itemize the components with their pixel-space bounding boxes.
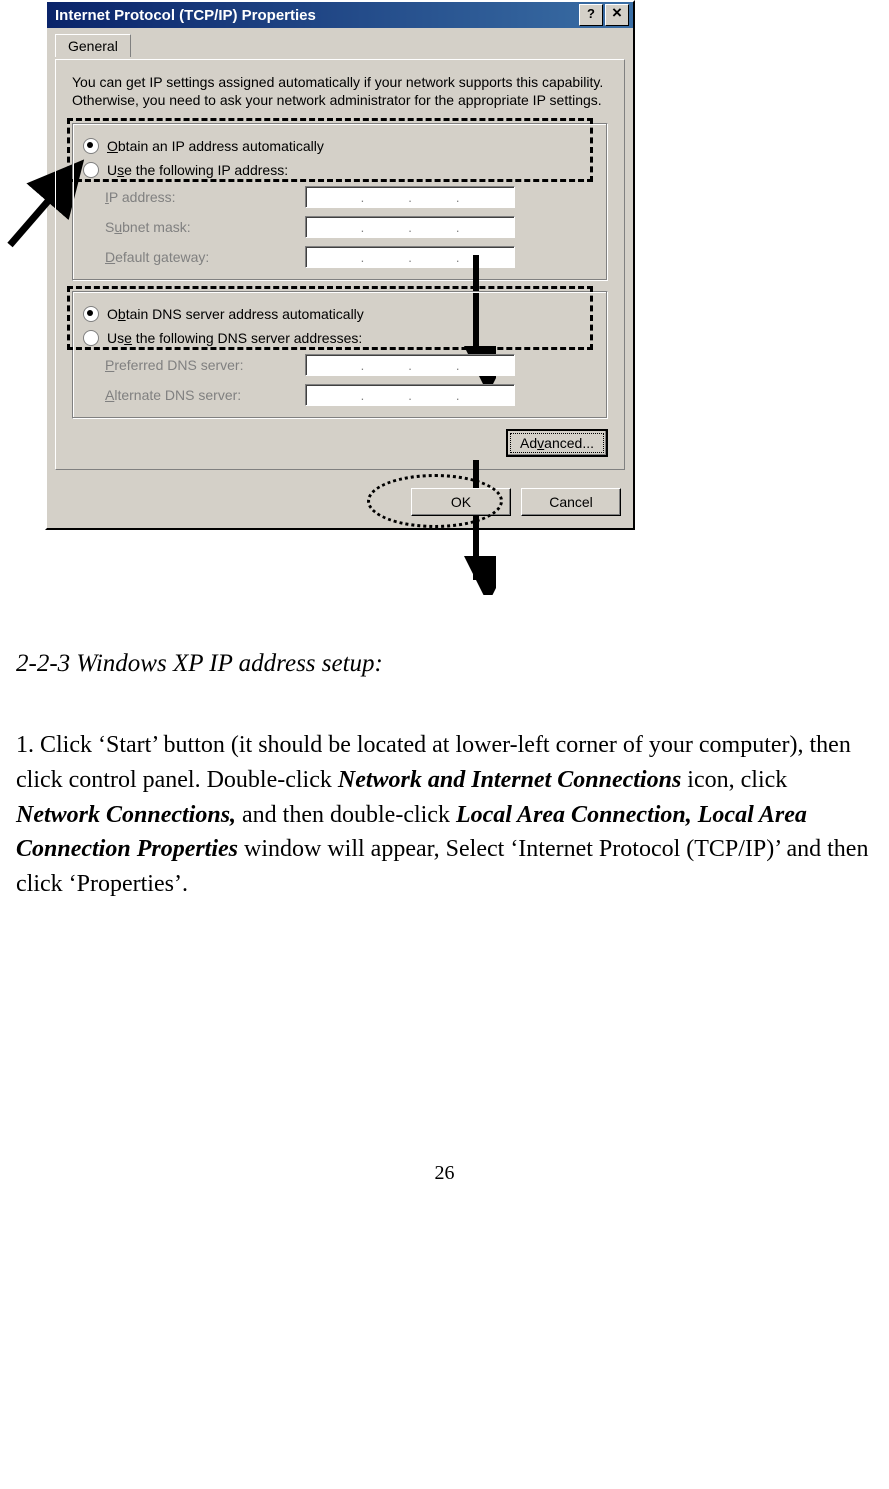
close-icon[interactable]: [605, 4, 629, 26]
ip-address-label: IP address:: [105, 189, 305, 205]
instruction-paragraph: 1. Click ‘Start’ button (it should be lo…: [16, 728, 873, 902]
radio-label: Obtain an IP address automatically: [107, 138, 324, 154]
titlebar: Internet Protocol (TCP/IP) Properties: [47, 2, 633, 28]
radio-icon: [83, 306, 99, 322]
page-number: 26: [10, 1162, 879, 1185]
general-panel: You can get IP settings assigned automat…: [55, 59, 625, 470]
radio-ip-manual[interactable]: Use the following IP address:: [83, 158, 597, 182]
ok-button[interactable]: OK: [411, 488, 511, 516]
pref-dns-input[interactable]: ...: [305, 354, 515, 376]
radio-label: Use the following DNS server addresses:: [107, 330, 362, 346]
subnet-mask-input[interactable]: ...: [305, 216, 515, 238]
section-heading: 2-2-3 Windows XP IP address setup:: [16, 650, 873, 678]
alt-dns-label: Alternate DNS server:: [105, 387, 305, 403]
tcpip-properties-dialog: Internet Protocol (TCP/IP) Properties Ge…: [45, 0, 635, 530]
radio-dns-auto[interactable]: Obtain DNS server address automatically: [83, 302, 597, 326]
tab-general[interactable]: General: [55, 34, 131, 57]
advanced-button[interactable]: Advanced...: [506, 429, 608, 457]
help-icon[interactable]: [579, 4, 603, 26]
dns-settings-group: Obtain DNS server address automatically …: [72, 291, 608, 419]
radio-icon: [83, 162, 99, 178]
radio-dns-manual[interactable]: Use the following DNS server addresses:: [83, 326, 597, 350]
pref-dns-label: Preferred DNS server:: [105, 357, 305, 373]
gateway-label: Default gateway:: [105, 249, 305, 265]
ip-address-input[interactable]: ...: [305, 186, 515, 208]
radio-icon: [83, 330, 99, 346]
description-text: You can get IP settings assigned automat…: [72, 74, 608, 109]
cancel-button[interactable]: Cancel: [521, 488, 621, 516]
subnet-mask-label: Subnet mask:: [105, 219, 305, 235]
radio-ip-auto[interactable]: Obtain an IP address automatically: [83, 134, 597, 158]
radio-label: Use the following IP address:: [107, 162, 288, 178]
alt-dns-input[interactable]: ...: [305, 384, 515, 406]
radio-icon: [83, 138, 99, 154]
gateway-input[interactable]: ...: [305, 246, 515, 268]
window-title: Internet Protocol (TCP/IP) Properties: [51, 7, 577, 24]
ip-settings-group: Obtain an IP address automatically Use t…: [72, 123, 608, 281]
radio-label: Obtain DNS server address automatically: [107, 306, 364, 322]
